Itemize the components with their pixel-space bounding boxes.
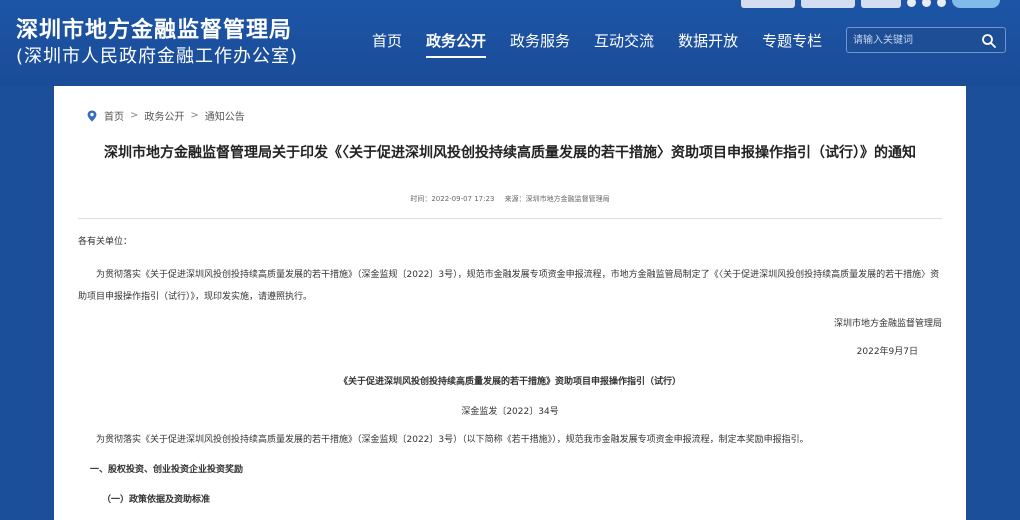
section-heading-2: （一）政策依据及资助标准: [102, 495, 211, 505]
breadcrumb-home[interactable]: 首页: [104, 108, 124, 123]
section-heading-1: 一、股权投资、创业投资企业投资奖励: [90, 465, 244, 475]
site-subtitle: (深圳市人民政府金融工作办公室): [16, 46, 299, 67]
location-pin-icon: [87, 110, 97, 121]
breadcrumb-government-affairs[interactable]: 政务公开: [144, 108, 184, 123]
main-nav: 首页 政务公开 政务服务 互动交流 数据开放 专题专栏: [372, 30, 846, 58]
nav-item-services[interactable]: 政务服务: [510, 30, 570, 58]
top-link-ipv6[interactable]: [801, 0, 855, 8]
article-salutation: 各有关单位：: [78, 237, 133, 247]
search-icon[interactable]: [981, 33, 997, 49]
weibo-icon[interactable]: [907, 0, 916, 7]
site-title[interactable]: 深圳市地方金融监督管理局: [16, 12, 292, 44]
breadcrumb: 首页 > 政务公开 > 通知公告: [86, 108, 245, 123]
breadcrumb-separator: >: [130, 110, 139, 121]
article-title: 深圳市地方金融监督管理局关于印发《〈关于促进深圳风投创投持续高质量发展的若干措施…: [104, 145, 916, 161]
site-header: 深圳市地方金融监督管理局 (深圳市人民政府金融工作办公室) 首页 政务公开 政务…: [0, 0, 1020, 86]
search-box: [846, 27, 1006, 53]
article-paragraph-2: 为贯彻落实《关于促进深圳风投创投持续高质量发展的若干措施》（深金监规〔2022〕…: [96, 435, 809, 445]
nav-item-special-topics[interactable]: 专题专栏: [762, 30, 822, 58]
top-utility-links: [741, 0, 1000, 10]
mobile-icon[interactable]: [937, 0, 946, 7]
article-meta: 时间：2022-09-07 17:23 来源：深圳市地方金融监督管理局: [54, 194, 966, 204]
title-divider: [78, 218, 942, 219]
gov-emblem-logo: [952, 0, 1000, 8]
breadcrumb-notices[interactable]: 通知公告: [205, 108, 245, 123]
search-input[interactable]: [853, 31, 973, 49]
top-link-accessibility[interactable]: [741, 0, 795, 8]
document-number: 深金监发〔2022〕34号: [461, 407, 559, 417]
article-card: 首页 > 政务公开 > 通知公告 深圳市地方金融监督管理局关于印发《〈关于促进深…: [54, 86, 966, 520]
top-link-login[interactable]: [861, 0, 901, 8]
attachment-title: 《关于促进深圳风投创投持续高质量发展的若干措施》资助项目申报操作指引（试行）: [338, 377, 681, 387]
article-paragraph-1: 为贯彻落实《关于促进深圳风投创投持续高质量发展的若干措施》（深金监规〔2022〕…: [78, 270, 940, 302]
nav-item-open-data[interactable]: 数据开放: [678, 30, 738, 58]
breadcrumb-separator: >: [190, 110, 199, 121]
wechat-icon[interactable]: [922, 0, 931, 7]
nav-item-home[interactable]: 首页: [372, 30, 402, 58]
article-source: 来源：深圳市地方金融监督管理局: [504, 195, 610, 203]
nav-item-government-affairs[interactable]: 政务公开: [426, 30, 487, 58]
article-date: 2022年9月7日: [856, 347, 918, 357]
article-signature: 深圳市地方金融监督管理局: [833, 319, 942, 329]
publish-time: 时间：2022-09-07 17:23: [410, 195, 495, 203]
nav-item-interaction[interactable]: 互动交流: [594, 30, 654, 58]
